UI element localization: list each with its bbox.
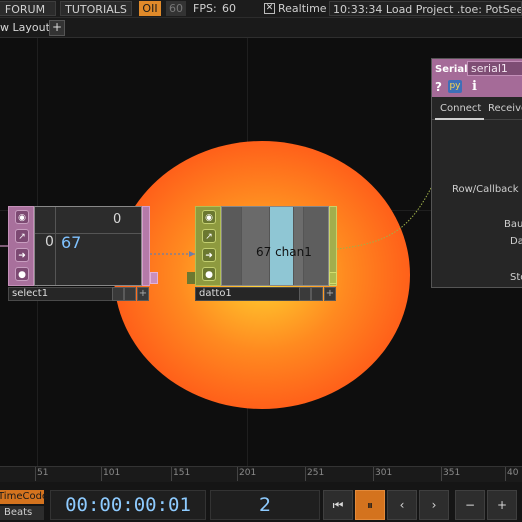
layout-tab[interactable]: w Layout: [0, 21, 50, 34]
ruler-tick-label: 251: [307, 468, 325, 478]
channel-index: 0: [45, 234, 54, 250]
channel-header-row: 0: [35, 207, 141, 234]
output-connector[interactable]: [150, 272, 158, 284]
param-stop-bits-label: Sto: [510, 272, 522, 283]
lock-icon[interactable]: ●: [202, 267, 216, 281]
tab-connect[interactable]: Connect: [440, 103, 481, 114]
channel-row: 0 67: [35, 233, 141, 258]
realtime-checkbox[interactable]: ✕: [264, 3, 275, 14]
fps-cap-field[interactable]: 60: [166, 1, 186, 16]
layout-bar: w Layout +: [0, 18, 522, 38]
output-connector[interactable]: [329, 272, 337, 284]
dat-column: [222, 207, 242, 285]
param-baud-label: Bau: [504, 219, 522, 230]
input-connector[interactable]: [187, 272, 195, 284]
arrow-right-icon[interactable]: ➜: [202, 248, 216, 262]
timeline-controls: TimeCode Beats 00:00:00:01 2 ⏮ ⏸ ‹ › − +: [0, 482, 522, 522]
ruler-tick-label: 151: [173, 468, 191, 478]
ruler-tick: [35, 467, 36, 481]
bypass-flag[interactable]: [299, 287, 311, 301]
param-row-callback-label: Row/Callback F: [452, 184, 522, 195]
ruler-tick: [505, 467, 506, 481]
operator-type-label: Serial: [435, 64, 468, 75]
realtime-label: Realtime: [278, 2, 327, 15]
speed-up-button[interactable]: +: [487, 490, 517, 520]
node-side-toolbar: ◉ ↗ ➜ ●: [8, 206, 34, 286]
ruler-tick: [237, 467, 238, 481]
status-message: 10:33:34 Load Project .toe: PotSeedSh: [329, 1, 522, 16]
frame-display[interactable]: 2: [210, 490, 320, 520]
node-select1[interactable]: ◉ ↗ ➜ ● 0 0 67 select1 +: [8, 206, 158, 302]
tutorials-button[interactable]: TUTORIALS: [60, 1, 132, 16]
node-right-cap: [142, 206, 150, 286]
network-editor[interactable]: ◉ ↗ ➜ ● 0 0 67 select1 + ◉ ↗ ➜ ● 67 chan…: [0, 38, 522, 466]
dat-content-text: 67 chan1: [256, 245, 312, 259]
pause-button[interactable]: ⏸: [355, 490, 385, 520]
parameter-header: Serial serial1 ? py i: [432, 59, 522, 97]
node-side-toolbar: ◉ ↗ ➜ ●: [195, 206, 221, 286]
expand-button[interactable]: +: [137, 287, 149, 301]
fps-label: FPS:: [193, 2, 217, 15]
fps-value: 60: [222, 2, 236, 15]
ruler-tick-label: 351: [443, 468, 461, 478]
channel-name: 0: [113, 212, 122, 227]
python-help-icon[interactable]: py: [448, 80, 462, 93]
bypass-flag[interactable]: [112, 287, 124, 301]
node-viewer[interactable]: 67 chan1: [221, 206, 329, 286]
viewer-flag[interactable]: [311, 287, 323, 301]
ruler-tick-label: 301: [375, 468, 393, 478]
ruler-tick-label: 51: [37, 468, 49, 478]
cook-flag-icon[interactable]: ◉: [15, 210, 29, 224]
add-layout-button[interactable]: +: [49, 20, 65, 36]
ruler-tick: [305, 467, 306, 481]
wire-datto-to-serial: [336, 187, 432, 250]
parameter-panel[interactable]: Serial serial1 ? py i Connect Receive Ro…: [431, 58, 522, 288]
cook-flag-icon[interactable]: ◉: [202, 210, 216, 224]
go-to-start-button[interactable]: ⏮: [323, 490, 353, 520]
parameter-tabs: Connect Receive: [432, 97, 522, 120]
ruler-tick-label: 101: [103, 468, 121, 478]
beats-mode-button[interactable]: Beats: [0, 506, 44, 520]
ruler-tick: [441, 467, 442, 481]
viewer-flag[interactable]: [124, 287, 136, 301]
ruler-tick-label: 40: [507, 468, 519, 478]
node-viewer[interactable]: 0 0 67: [34, 206, 142, 286]
arrow-right-icon[interactable]: ➜: [15, 248, 29, 262]
forum-button[interactable]: FORUM: [0, 1, 56, 16]
tab-receive[interactable]: Receive: [488, 103, 522, 114]
display-flag-icon[interactable]: ↗: [202, 229, 216, 243]
ruler-tick-label: 201: [239, 468, 257, 478]
ruler-tick: [101, 467, 102, 481]
info-icon[interactable]: i: [472, 79, 477, 94]
param-data-bits-label: Da: [510, 236, 522, 247]
ruler-tick: [171, 467, 172, 481]
step-back-button[interactable]: ‹: [387, 490, 417, 520]
operator-name-field[interactable]: serial1: [467, 61, 522, 76]
help-icon[interactable]: ?: [435, 80, 442, 94]
lock-icon[interactable]: ●: [15, 267, 29, 281]
timecode-display[interactable]: 00:00:00:01: [50, 490, 206, 520]
ruler-tick: [373, 467, 374, 481]
oii-indicator-button[interactable]: OII: [139, 1, 161, 16]
active-tab-indicator: [435, 118, 484, 120]
step-forward-button[interactable]: ›: [419, 490, 449, 520]
timeline-ruler[interactable]: 51 101 151 201 251 301 351 40: [0, 466, 522, 482]
timecode-mode-button[interactable]: TimeCode: [0, 490, 48, 504]
display-flag-icon[interactable]: ↗: [15, 229, 29, 243]
node-name-label[interactable]: select1: [8, 287, 124, 301]
expand-button[interactable]: +: [324, 287, 336, 301]
node-name-label[interactable]: datto1: [195, 287, 311, 301]
node-datto1[interactable]: ◉ ↗ ➜ ● 67 chan1 datto1 +: [187, 206, 337, 302]
top-menu-bar: FORUM TUTORIALS OII 60 FPS: 60 ✕ Realtim…: [0, 0, 522, 18]
speed-down-button[interactable]: −: [455, 490, 485, 520]
channel-value: 67: [61, 233, 82, 252]
